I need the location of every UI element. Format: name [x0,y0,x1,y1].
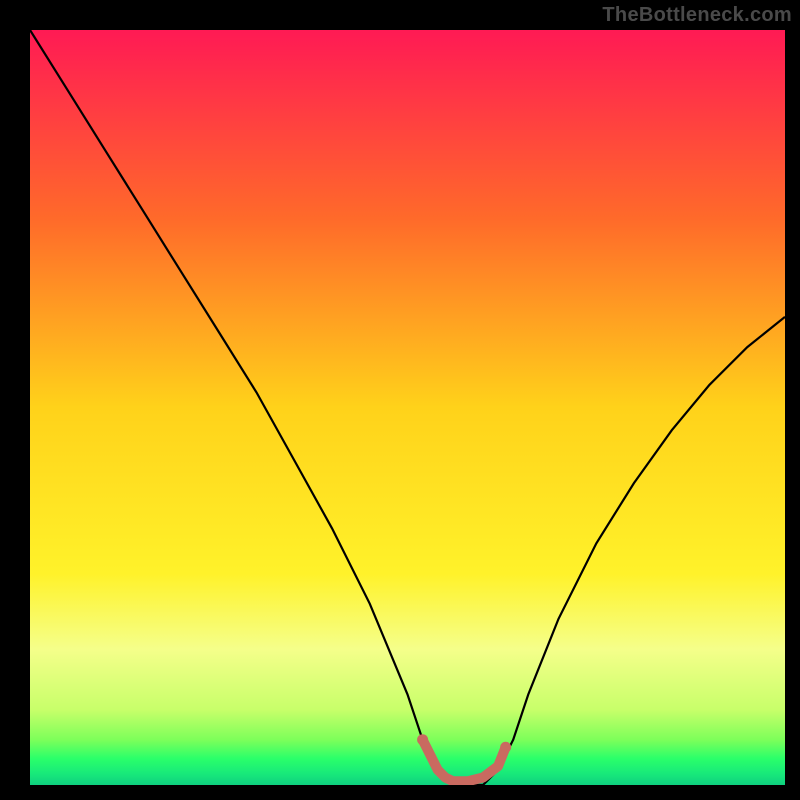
watermark-text: TheBottleneck.com [602,4,792,27]
optimal-zone-marker [423,740,506,782]
optimal-zone-dot-left [417,734,428,745]
curve-layer [30,30,785,785]
plot-area [30,30,785,785]
chart-frame: TheBottleneck.com [0,0,800,800]
optimal-zone-dot-right [500,742,511,753]
bottleneck-curve [30,30,785,785]
